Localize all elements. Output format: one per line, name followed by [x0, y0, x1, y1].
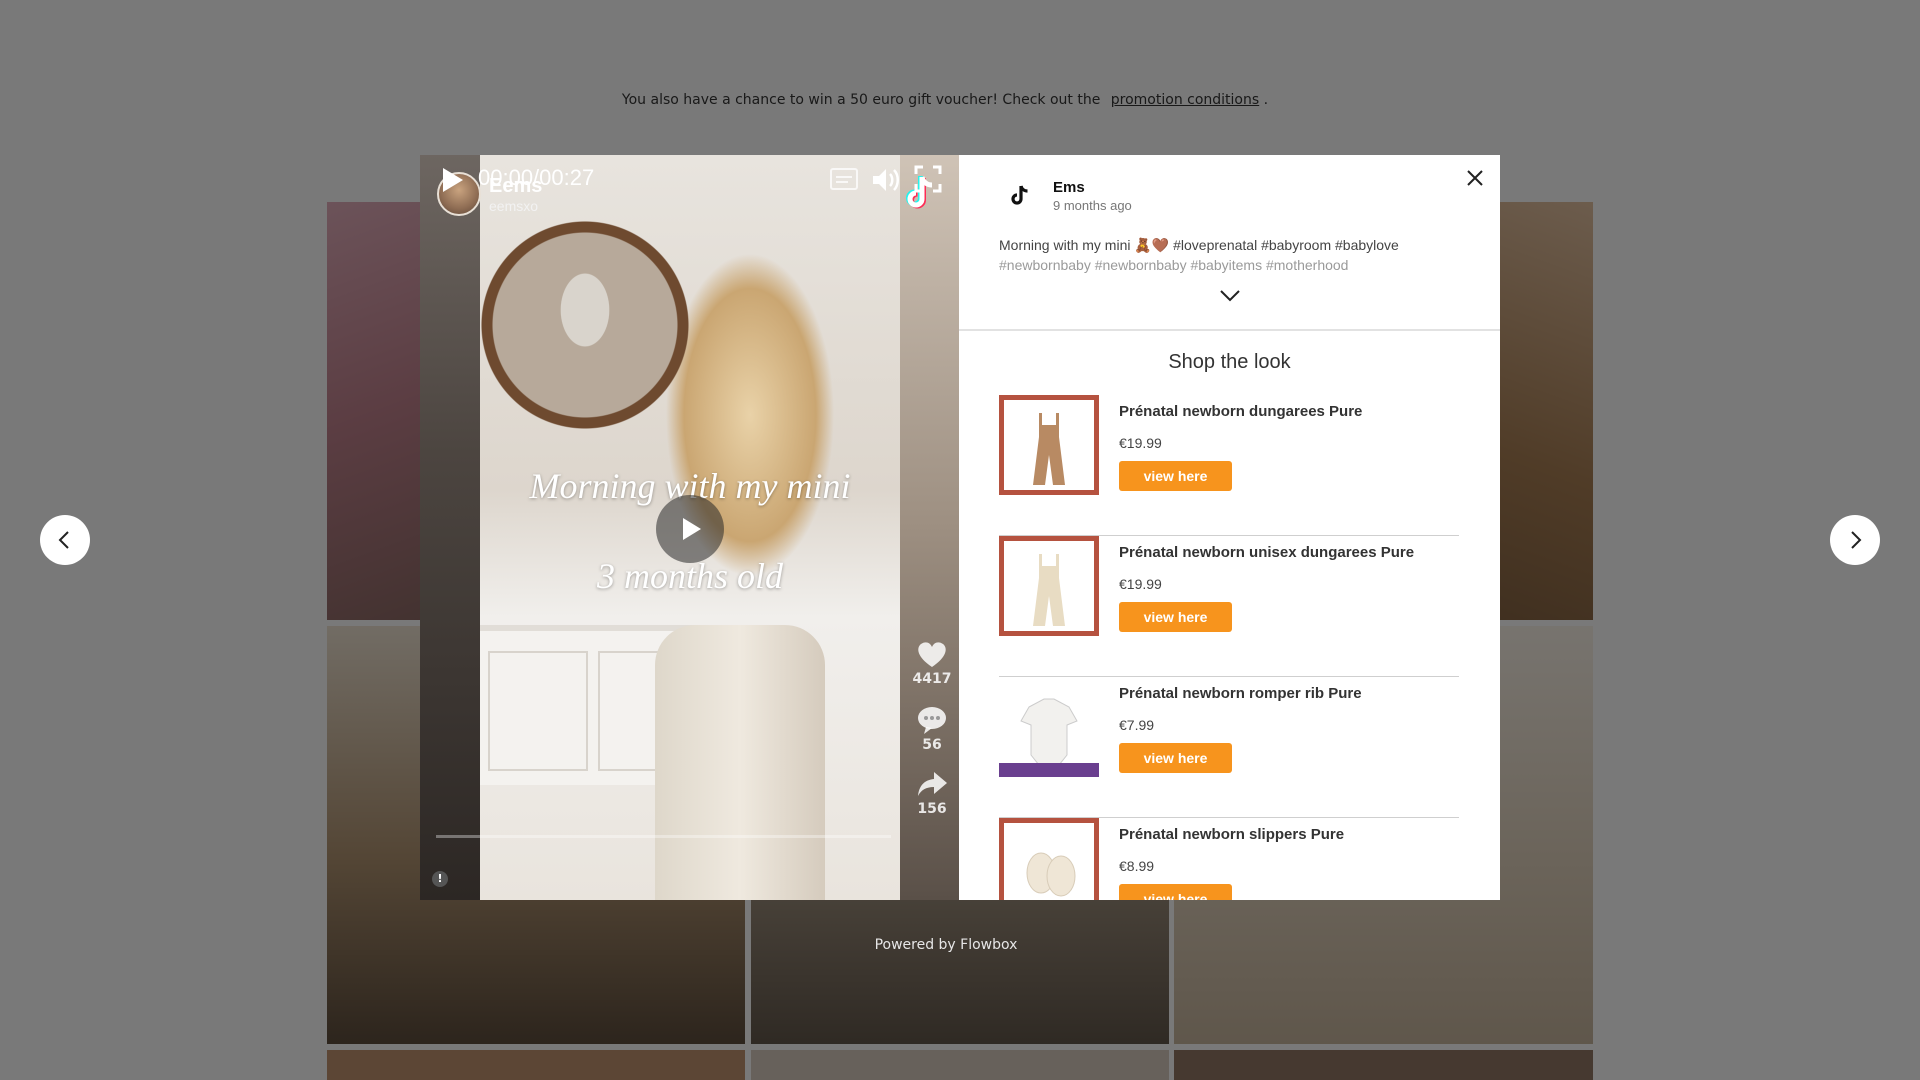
video-blur-left: [420, 155, 480, 900]
product-name[interactable]: Prénatal newborn slippers Pure: [1119, 826, 1344, 843]
post-caption: Morning with my mini 🧸🤎 #loveprenatal #b…: [999, 235, 1469, 275]
captions-icon: [830, 168, 858, 190]
heart-icon: [918, 642, 946, 667]
close-button[interactable]: [1462, 165, 1488, 191]
product-image[interactable]: [999, 818, 1099, 900]
product-item: Prénatal newborn unisex dungarees Pure €…: [999, 536, 1459, 677]
view-here-button[interactable]: view here: [1119, 461, 1232, 491]
share-icon: [918, 772, 947, 796]
play-icon: [443, 168, 463, 192]
product-item: Prénatal newborn slippers Pure €8.99 vie…: [999, 818, 1459, 900]
fullscreen-icon: [914, 165, 942, 193]
fullscreen-button[interactable]: [914, 165, 942, 197]
video-time: 00:00/00:27: [478, 165, 595, 190]
video-player[interactable]: Eems eemsxo Morning with my mini 3 month…: [420, 155, 959, 900]
post-caption-line1: Morning with my mini 🧸🤎 #loveprenatal #b…: [999, 237, 1399, 253]
powered-by-flowbox: Powered by Flowbox: [874, 937, 1018, 953]
info-icon[interactable]: !: [432, 871, 448, 887]
video-progress-bar[interactable]: [436, 835, 891, 838]
product-image[interactable]: [999, 395, 1099, 495]
close-icon: [1467, 170, 1483, 186]
chevron-right-icon: [1851, 531, 1862, 549]
creator-handle: eemsxo: [489, 197, 539, 214]
view-here-button[interactable]: view here: [1119, 743, 1232, 773]
post-author[interactable]: Ems: [1053, 179, 1132, 196]
video-subject: [655, 625, 825, 900]
share-stat[interactable]: 156: [904, 769, 959, 817]
next-post-button[interactable]: [1830, 515, 1880, 565]
chevron-left-icon: [58, 531, 69, 549]
product-item: Prénatal newborn dungarees Pure €19.99 v…: [999, 395, 1459, 536]
shop-the-look-title: Shop the look: [1168, 351, 1291, 373]
product-name[interactable]: Prénatal newborn romper rib Pure: [1119, 685, 1362, 702]
center-play-button[interactable]: [656, 495, 724, 563]
tiktok-icon: [999, 175, 1041, 217]
expand-caption-button[interactable]: [1218, 283, 1242, 307]
volume-button[interactable]: [870, 165, 900, 199]
comment-icon: [918, 707, 946, 734]
play-button[interactable]: [438, 165, 466, 199]
post-modal: Eems eemsxo Morning with my mini 3 month…: [420, 155, 1500, 900]
post-caption-line2: #newbornbaby #newbornbaby #babyitems #mo…: [999, 257, 1349, 273]
product-name[interactable]: Prénatal newborn unisex dungarees Pure: [1119, 544, 1414, 561]
product-list: Prénatal newborn dungarees Pure €19.99 v…: [999, 395, 1459, 900]
cabinet-door: [488, 651, 588, 771]
product-price: €8.99: [1119, 858, 1155, 874]
product-item: Prénatal newborn romper rib Pure €7.99 v…: [999, 677, 1459, 818]
product-image[interactable]: [999, 536, 1099, 636]
comment-count: 56: [922, 737, 942, 753]
share-count: 156: [917, 801, 947, 817]
volume-icon: [873, 169, 899, 191]
post-details-panel: Ems 9 months ago Morning with my mini 🧸🤎…: [959, 155, 1500, 900]
view-here-button[interactable]: view here: [1119, 884, 1232, 900]
post-time: 9 months ago: [1053, 198, 1132, 213]
product-image[interactable]: [999, 677, 1099, 777]
view-here-button[interactable]: view here: [1119, 602, 1232, 632]
play-icon: [683, 518, 701, 540]
product-name[interactable]: Prénatal newborn dungarees Pure: [1119, 403, 1362, 420]
comment-stat[interactable]: 56: [904, 705, 959, 753]
like-stat[interactable]: 4417: [904, 639, 959, 687]
like-count: 4417: [912, 671, 952, 687]
captions-button[interactable]: [830, 168, 858, 194]
chevron-down-icon: [1220, 290, 1240, 302]
divider: [959, 329, 1500, 331]
post-header: Ems 9 months ago: [999, 175, 1132, 217]
previous-post-button[interactable]: [40, 515, 90, 565]
product-price: €19.99: [1119, 435, 1162, 451]
product-price: €19.99: [1119, 576, 1162, 592]
product-price: €7.99: [1119, 717, 1155, 733]
